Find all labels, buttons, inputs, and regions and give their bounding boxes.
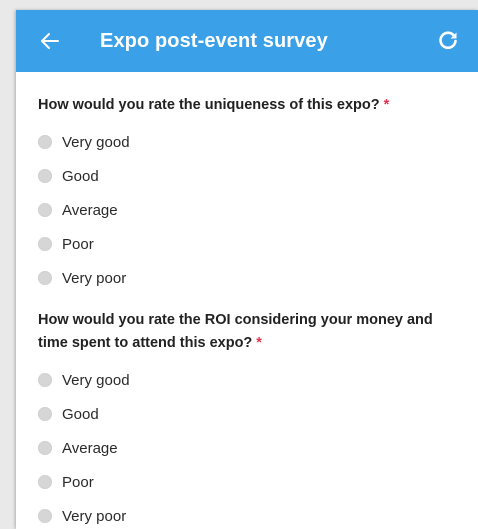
q2-option-very-poor[interactable]: Very poor xyxy=(38,499,478,529)
question-2: How would you rate the ROI considering y… xyxy=(38,309,478,529)
survey-screen: Expo post-event survey How would you rat… xyxy=(16,10,478,529)
radio-button[interactable] xyxy=(38,441,52,455)
q1-option-very-good[interactable]: Very good xyxy=(38,125,478,159)
q1-option-good[interactable]: Good xyxy=(38,159,478,193)
q2-option-good[interactable]: Good xyxy=(38,397,478,431)
radio-button[interactable] xyxy=(38,169,52,183)
option-label: Very poor xyxy=(62,269,127,287)
radio-button[interactable] xyxy=(38,135,52,149)
option-label: Average xyxy=(62,201,118,219)
q2-option-very-good[interactable]: Very good xyxy=(38,363,478,397)
option-label: Good xyxy=(62,167,99,185)
required-mark: * xyxy=(383,97,390,113)
q1-option-very-poor[interactable]: Very poor xyxy=(38,261,478,295)
question-2-text: How would you rate the ROI considering y… xyxy=(38,312,433,351)
option-label: Good xyxy=(62,405,99,423)
q2-option-poor[interactable]: Poor xyxy=(38,465,478,499)
page-title: Expo post-event survey xyxy=(100,29,328,52)
option-label: Poor xyxy=(62,235,94,253)
option-label: Poor xyxy=(62,473,94,491)
radio-button[interactable] xyxy=(38,271,52,285)
q2-option-average[interactable]: Average xyxy=(38,431,478,465)
radio-button[interactable] xyxy=(38,407,52,421)
q1-option-average[interactable]: Average xyxy=(38,193,478,227)
arrow-left-icon[interactable] xyxy=(30,29,70,53)
radio-button[interactable] xyxy=(38,475,52,489)
radio-button[interactable] xyxy=(38,373,52,387)
option-label: Very good xyxy=(62,371,130,389)
required-mark: * xyxy=(256,335,262,351)
q1-option-poor[interactable]: Poor xyxy=(38,227,478,261)
app-bar: Expo post-event survey xyxy=(16,10,478,72)
survey-content: How would you rate the uniqueness of thi… xyxy=(16,72,478,529)
question-1: How would you rate the uniqueness of thi… xyxy=(38,94,478,295)
refresh-icon[interactable] xyxy=(436,29,460,53)
question-1-text: How would you rate the uniqueness of thi… xyxy=(38,97,390,113)
radio-button[interactable] xyxy=(38,237,52,251)
option-label: Very poor xyxy=(62,507,127,525)
option-label: Very good xyxy=(62,133,130,151)
radio-button[interactable] xyxy=(38,203,52,217)
radio-button[interactable] xyxy=(38,509,52,523)
option-label: Average xyxy=(62,439,118,457)
